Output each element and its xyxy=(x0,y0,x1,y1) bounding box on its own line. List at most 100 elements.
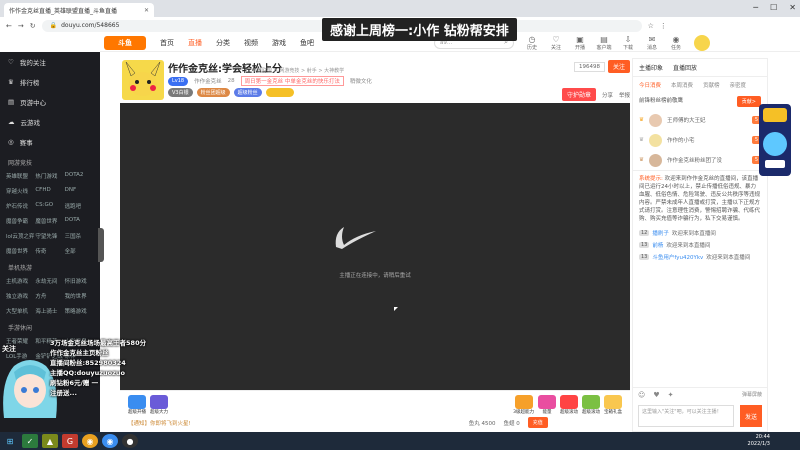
sidebar-game-link[interactable]: 魔兽世界 xyxy=(6,247,35,255)
reload-icon[interactable]: ↻ xyxy=(30,22,36,30)
app-icon[interactable]: ✓ xyxy=(22,434,38,448)
tag-fans[interactable]: 粉丝团超级 xyxy=(196,88,230,97)
sidebar-game-link[interactable]: 穿越火线 xyxy=(6,187,35,195)
history-icon[interactable]: ◷ 历史 xyxy=(524,35,540,51)
download-icon[interactable]: ⇩ 下载 xyxy=(620,35,636,51)
fans-badge-icon[interactable]: ♥ xyxy=(653,391,659,399)
open-live-icon[interactable]: ▣ 开播 xyxy=(572,35,588,51)
rank-row[interactable]: ♛ 作作的小宅 5 xyxy=(633,130,767,150)
close-tab-icon[interactable]: ✕ xyxy=(144,7,149,14)
danmaku-block-toggle[interactable]: 弹幕屏蔽 xyxy=(742,391,762,399)
maximize-icon[interactable]: ☐ xyxy=(770,3,777,12)
sidebar-game-link[interactable]: 热门游戏 xyxy=(35,172,64,180)
sidebar-game-link[interactable]: CS:GO xyxy=(35,202,64,210)
streamer-name[interactable]: 作作金克丝 xyxy=(194,77,222,85)
nav-live[interactable]: 直播 xyxy=(188,38,202,48)
sidebar-game-link[interactable]: DOTA xyxy=(65,217,94,225)
user-avatar[interactable] xyxy=(694,34,710,51)
sidebar-game-link[interactable]: 逃跑吧 xyxy=(65,202,94,210)
client-icon[interactable]: ▤ 客户端 xyxy=(596,35,612,51)
gift-item[interactable]: 超级滚动 xyxy=(582,395,600,415)
start-icon[interactable]: ⊞ xyxy=(2,434,18,448)
sidebar-item-match[interactable]: ◎ 赛事 xyxy=(0,132,100,152)
mail-icon[interactable]: ✉ 消息 xyxy=(644,35,660,51)
gift-icon[interactable]: ✦ xyxy=(668,391,674,399)
nav-video[interactable]: 视频 xyxy=(244,38,258,48)
sidebar-item-webgame[interactable]: ▤ 页游中心 xyxy=(0,92,100,112)
sidebar-game-link[interactable]: 策略游戏 xyxy=(65,307,94,315)
sidebar-game-link[interactable]: 大型单机 xyxy=(6,307,35,315)
streamer-avatar[interactable] xyxy=(122,60,164,100)
sidebar-game-link[interactable]: 方舟 xyxy=(35,292,64,300)
send-button[interactable]: 发送 xyxy=(740,405,762,427)
sidebar-game-link[interactable]: 守望先锋 xyxy=(35,232,64,240)
sidebar-game-link[interactable]: DNF xyxy=(65,187,94,195)
guard-badge-button[interactable]: 守护勋章 xyxy=(561,88,596,101)
chrome-icon[interactable]: ◉ xyxy=(102,434,118,448)
sidebar-collapse-handle[interactable] xyxy=(98,228,104,262)
sidebar-game-link[interactable]: CFHD xyxy=(35,187,64,195)
rank-row[interactable]: ♛ 作作金克丝粉丝团了没 5 xyxy=(633,150,767,170)
sidebar-game-link[interactable]: 独立游戏 xyxy=(6,292,35,300)
sidebar-game-link[interactable]: 魔兽世界 xyxy=(35,217,64,225)
sidebar-game-link[interactable]: DOTA2 xyxy=(65,172,94,180)
nav-yuba[interactable]: 鱼吧 xyxy=(300,38,314,48)
sidebar-game-link[interactable]: 怀旧游戏 xyxy=(65,277,94,285)
gift-item[interactable]: 3级超能力 xyxy=(513,395,534,415)
gift-item[interactable]: 超级大力 xyxy=(150,395,168,415)
forward-icon[interactable]: → xyxy=(18,22,24,30)
close-window-icon[interactable]: ✕ xyxy=(789,3,796,12)
gift-item[interactable]: 宝箱礼盒 xyxy=(604,395,622,415)
subtab-week[interactable]: 本周消费 xyxy=(671,81,693,89)
follow-button[interactable]: 关注 xyxy=(607,60,630,73)
tab-replay[interactable]: 直播回放 xyxy=(673,63,697,72)
gift-item[interactable]: 超级开播 xyxy=(128,395,146,415)
recharge-button[interactable]: 充值 xyxy=(527,417,548,428)
sidebar-game-link[interactable]: 永劫无间 xyxy=(35,277,64,285)
sidebar-game-link[interactable]: 英雄联盟 xyxy=(6,172,35,180)
site-logo[interactable]: 斗鱼 xyxy=(104,35,146,50)
share-button[interactable]: 分享 xyxy=(602,91,613,99)
back-icon[interactable]: ← xyxy=(6,22,12,30)
sidebar-game-link[interactable]: 三国杀 xyxy=(65,232,94,240)
sidebar-game-link[interactable]: 全部 xyxy=(65,247,94,255)
task-icon[interactable]: ◉ 任务 xyxy=(668,35,684,51)
sidebar-item-cloudgame[interactable]: ☁ 云游戏 xyxy=(0,112,100,132)
menu-icon[interactable]: ⋮ xyxy=(660,22,667,30)
gift-item[interactable]: 超级滚动 xyxy=(560,395,578,415)
rank-row[interactable]: ♛ 王师傅的大王妃 5 xyxy=(633,110,767,130)
browser-tab[interactable]: 作作金克丝直播_英雄联盟直播_斗鱼直播 ✕ xyxy=(4,3,154,17)
sidebar-item-follow[interactable]: ♡ 我的关注 xyxy=(0,52,100,72)
sidebar-game-link[interactable]: 传奇 xyxy=(35,247,64,255)
nav-category[interactable]: 分类 xyxy=(216,38,230,48)
sidebar-game-link[interactable]: 主机游戏 xyxy=(6,277,35,285)
gift-item[interactable]: 能量 xyxy=(538,395,556,415)
nav-home[interactable]: 首页 xyxy=(160,38,174,48)
video-player[interactable]: 主播正在连接中，请稍后重试 xyxy=(120,103,630,390)
minimize-icon[interactable]: ─ xyxy=(753,3,758,12)
chat-input[interactable]: 这里输入"关注"吧，可以关注主播！ xyxy=(638,405,734,427)
sidebar-game-link[interactable]: 魔兽争霸 xyxy=(6,217,35,225)
tag-gold[interactable] xyxy=(265,88,294,97)
sidebar-item-rank[interactable]: ♛ 排行榜 xyxy=(0,72,100,92)
room-category[interactable]: 英雄联盟 > 网游竞技 > 射手 > 大神教学 xyxy=(252,67,344,74)
star-icon[interactable]: ☆ xyxy=(648,22,654,30)
subtab-contrib[interactable]: 贡献榜 xyxy=(703,81,720,89)
tab-impression[interactable]: 主播印象 xyxy=(639,63,663,72)
app-icon[interactable]: G xyxy=(62,434,78,448)
chrome-icon[interactable]: ◉ xyxy=(82,434,98,448)
nav-games[interactable]: 游戏 xyxy=(272,38,286,48)
sidebar-game-link[interactable]: 海上骑士 xyxy=(35,307,64,315)
subtab-intimacy[interactable]: 亲密度 xyxy=(730,81,747,89)
sidebar-game-link[interactable]: 炉石传说 xyxy=(6,202,35,210)
sidebar-game-link[interactable]: lol云顶之弈 xyxy=(6,232,35,240)
tag-super[interactable]: 超级粉丝 xyxy=(233,88,262,97)
report-button[interactable]: 举报 xyxy=(619,91,630,99)
subtab-today[interactable]: 今日消费 xyxy=(639,81,661,89)
sidebar-game-link[interactable]: 我的世界 xyxy=(65,292,94,300)
emoji-icon[interactable]: ☺ xyxy=(638,391,645,399)
tag-white[interactable]: V3白银 xyxy=(168,88,193,97)
follow-icon[interactable]: ♡ 关注 xyxy=(548,35,564,51)
app-icon[interactable]: ▲ xyxy=(42,434,58,448)
obs-icon[interactable]: ● xyxy=(122,434,138,448)
